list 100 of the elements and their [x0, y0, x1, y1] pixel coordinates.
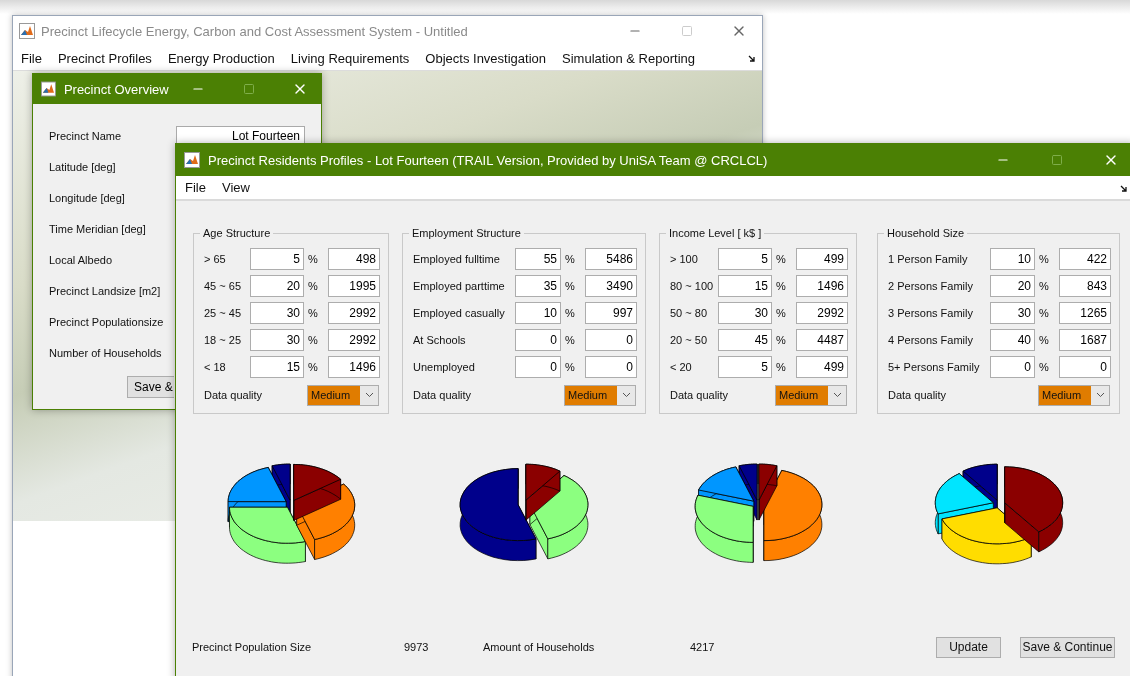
quality-label: Data quality — [413, 389, 472, 401]
percent-field[interactable]: 0 — [990, 355, 1035, 378]
percent-unit: % — [564, 306, 576, 319]
menu-item[interactable]: Objects Investigation — [425, 50, 547, 66]
count-field[interactable]: 2992 — [796, 301, 848, 324]
app-logo-icon — [184, 152, 200, 168]
action-button[interactable]: Update — [936, 636, 1001, 658]
percent-field[interactable]: 5 — [718, 247, 772, 270]
percent-field[interactable]: 5 — [250, 247, 304, 270]
quality-dropdown[interactable]: Medium — [564, 384, 636, 406]
menu-item[interactable]: Precinct Profiles — [57, 50, 152, 66]
percent-field[interactable]: 30 — [990, 301, 1035, 324]
percent-unit: % — [1038, 333, 1050, 346]
field-label: Latitude [deg] — [49, 160, 117, 173]
action-button[interactable]: Save & Continue — [1020, 636, 1115, 658]
input-field[interactable]: Lot Fourteen — [176, 125, 305, 146]
menu-item[interactable]: Simulation & Reporting — [562, 50, 695, 66]
group-title: Age Structure — [202, 227, 272, 239]
row-label: Employed fulltime — [413, 252, 501, 265]
field-label: Precinct Name — [49, 129, 123, 142]
count-field[interactable]: 499 — [796, 247, 848, 270]
chevron-down-icon — [364, 392, 374, 398]
percent-field[interactable]: 15 — [718, 274, 772, 297]
row-label: 45 ~ 65 — [204, 279, 242, 292]
count-field[interactable]: 843 — [1059, 274, 1111, 297]
group-title: Household Size — [886, 227, 966, 239]
app-logo-icon — [19, 23, 35, 39]
row-label: Employed casually — [413, 306, 506, 319]
row-label: 3 Persons Family — [888, 306, 974, 319]
count-field[interactable]: 2992 — [328, 301, 380, 324]
summary-label: Precinct Population Size — [192, 641, 313, 653]
count-field[interactable]: 5486 — [585, 247, 637, 270]
maximize-icon[interactable] — [1051, 154, 1063, 166]
count-field[interactable]: 2992 — [328, 328, 380, 351]
chevron-down-icon — [621, 392, 631, 398]
count-field[interactable]: 499 — [796, 355, 848, 378]
percent-field[interactable]: 45 — [718, 328, 772, 351]
count-field[interactable]: 0 — [585, 328, 637, 351]
maximize-icon[interactable] — [242, 83, 255, 95]
percent-field[interactable]: 40 — [990, 328, 1035, 351]
count-field[interactable]: 498 — [328, 247, 380, 270]
quality-label: Data quality — [888, 389, 947, 401]
percent-field[interactable]: 55 — [515, 247, 561, 270]
percent-field[interactable]: 5 — [718, 355, 772, 378]
menu-item[interactable]: View — [221, 180, 250, 195]
percent-field[interactable]: 0 — [515, 328, 561, 351]
row-label: 80 ~ 100 — [670, 279, 715, 292]
percent-field[interactable]: 30 — [718, 301, 772, 324]
group-title: Employment Structure — [411, 227, 522, 239]
percent-unit: % — [775, 279, 787, 292]
percent-field[interactable]: 20 — [250, 274, 304, 297]
count-field[interactable]: 0 — [1059, 355, 1111, 378]
maximize-icon[interactable] — [681, 25, 693, 37]
percent-field[interactable]: 30 — [250, 301, 304, 324]
field-label: Number of Households — [49, 346, 163, 359]
count-field[interactable]: 422 — [1059, 247, 1111, 270]
count-field[interactable]: 1496 — [328, 355, 380, 378]
menu-item[interactable]: File — [21, 50, 42, 66]
arrow-icon[interactable] — [748, 55, 756, 63]
percent-field[interactable]: 35 — [515, 274, 561, 297]
quality-label: Data quality — [670, 389, 729, 401]
menu-item[interactable]: Energy Production — [167, 50, 275, 66]
arrow-icon[interactable] — [1120, 185, 1128, 193]
group-title: Income Level [ k$ ] — [668, 227, 763, 239]
percent-field[interactable]: 0 — [515, 355, 561, 378]
percent-unit: % — [307, 306, 319, 319]
count-field[interactable]: 1496 — [796, 274, 848, 297]
row-label: 1 Person Family — [888, 252, 969, 265]
summary-label: Amount of Households — [483, 641, 596, 653]
percent-field[interactable]: 20 — [990, 274, 1035, 297]
percent-unit: % — [775, 333, 787, 346]
percent-field[interactable]: 15 — [250, 355, 304, 378]
count-field[interactable]: 1265 — [1059, 301, 1111, 324]
count-field[interactable]: 1995 — [328, 274, 380, 297]
row-label: 20 ~ 50 — [670, 333, 708, 346]
count-field[interactable]: 3490 — [585, 274, 637, 297]
quality-dropdown[interactable]: Medium — [775, 384, 847, 406]
summary-value: 4217 — [690, 641, 716, 653]
percent-unit: % — [1038, 279, 1050, 292]
percent-field[interactable]: 10 — [515, 301, 561, 324]
percent-unit: % — [1038, 306, 1050, 319]
percent-unit: % — [564, 279, 576, 292]
quality-dropdown[interactable]: Medium — [307, 384, 379, 406]
chevron-down-icon — [832, 392, 842, 398]
menu-item[interactable]: Living Requirements — [290, 50, 410, 66]
chevron-down-icon — [1095, 392, 1105, 398]
percent-unit: % — [1038, 360, 1050, 373]
percent-field[interactable]: 30 — [250, 328, 304, 351]
count-field[interactable]: 0 — [585, 355, 637, 378]
percent-field[interactable]: 10 — [990, 247, 1035, 270]
row-label: > 100 — [670, 252, 699, 265]
quality-dropdown[interactable]: Medium — [1038, 384, 1110, 406]
count-field[interactable]: 997 — [585, 301, 637, 324]
percent-unit: % — [775, 360, 787, 373]
summary-value: 9973 — [404, 641, 430, 653]
save-button[interactable]: Save & — [127, 376, 174, 398]
count-field[interactable]: 4487 — [796, 328, 848, 351]
count-field[interactable]: 1687 — [1059, 328, 1111, 351]
field-label: Local Albedo — [49, 253, 113, 266]
menu-item[interactable]: File — [185, 180, 206, 195]
